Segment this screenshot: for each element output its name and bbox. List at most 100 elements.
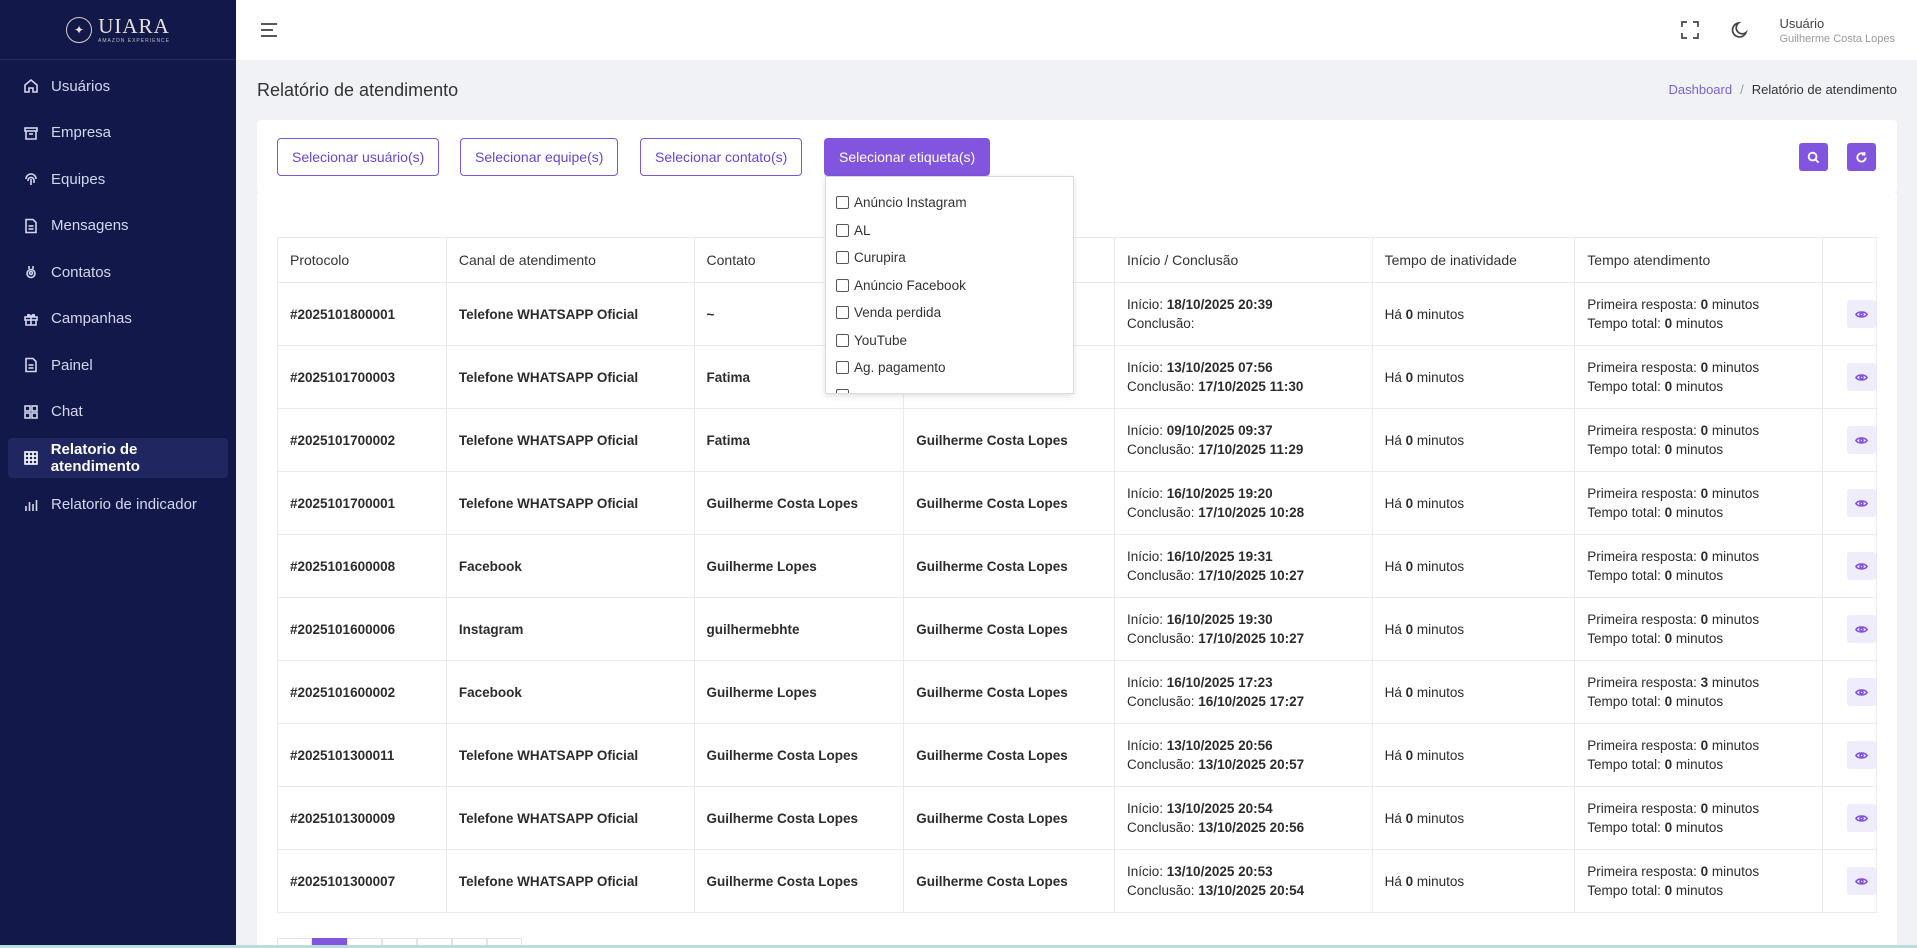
cell-inactivity: Há 0 minutos (1371, 534, 1576, 598)
table-row: #2025101700003 Telefone WHATSAPP Oficial F… (277, 345, 1878, 409)
eye-icon (1854, 562, 1868, 570)
refresh-button[interactable] (1847, 143, 1876, 171)
table-row: #2025101300011 Telefone WHATSAPP Oficial G… (277, 723, 1878, 787)
breadcrumb-dashboard-link[interactable]: Dashboard (1669, 82, 1733, 97)
search-button[interactable] (1799, 143, 1828, 171)
header-protocol[interactable]: Protocolo (277, 237, 447, 283)
view-details-button[interactable] (1846, 489, 1876, 517)
tag-checkbox[interactable] (836, 361, 849, 375)
tag-option[interactable]: AL (836, 217, 1073, 245)
user-role: Usuário (1779, 15, 1825, 31)
sidebar-item-contatos[interactable]: Contatos (8, 252, 228, 292)
first-response-value: 0 (1700, 612, 1709, 627)
first-response-label: Primeira resposta: (1587, 612, 1697, 627)
header-inactivity[interactable]: Tempo de inatividade (1371, 237, 1576, 283)
first-response-unit: minutos (1711, 549, 1760, 564)
tag-option[interactable]: Venda perdida (836, 299, 1073, 327)
search-icon (1807, 151, 1820, 163)
view-details-button[interactable] (1846, 804, 1876, 832)
home-icon (22, 77, 40, 95)
eye-icon (1854, 625, 1868, 633)
select-users-button[interactable]: Selecionar usuário(s) (277, 138, 440, 176)
fingerprint-icon (22, 170, 40, 188)
view-details-button[interactable] (1846, 552, 1876, 580)
cell-protocol: #2025101600002 (277, 660, 447, 724)
tag-checkbox[interactable] (836, 251, 849, 265)
menu-toggle-icon[interactable] (258, 19, 280, 41)
inactive-unit: minutos (1416, 558, 1465, 574)
total-time-label: Tempo total: (1587, 379, 1661, 394)
cell-actions (1821, 597, 1878, 661)
tag-checkbox[interactable] (836, 278, 849, 292)
brand[interactable]: ✦ UIARA AMAZON EXPERIENCE (0, 0, 236, 60)
cell-inactivity: Há 0 minutos (1371, 660, 1576, 724)
start-value: 16/10/2025 19:30 (1166, 612, 1273, 627)
select-contacts-button[interactable]: Selecionar contato(s) (640, 138, 803, 176)
total-time-value: 0 (1664, 820, 1673, 835)
header-actions (1821, 237, 1878, 283)
end-value: 16/10/2025 17:27 (1198, 694, 1305, 709)
cell-service-time: Primeira resposta: 0 minutos Tempo total:… (1574, 597, 1823, 661)
select-teams-button[interactable]: Selecionar equipe(s) (460, 138, 619, 176)
sidebar-item-usuarios[interactable]: Usuários (8, 66, 228, 106)
tag-checkbox[interactable] (836, 196, 849, 210)
first-response-label: Primeira resposta: (1587, 297, 1697, 312)
start-value: 16/10/2025 19:20 (1166, 486, 1273, 501)
total-time-value: 0 (1664, 568, 1673, 583)
tag-option[interactable]: YouTube (836, 327, 1073, 355)
tag-option[interactable]: Curupira (836, 244, 1073, 272)
cell-start-end: Início: 13/10/2025 07:56 Conclusão: 17/10… (1113, 345, 1373, 409)
header-service-time[interactable]: Tempo atendimento (1574, 237, 1823, 283)
tag-option-partial[interactable] (836, 382, 1073, 393)
tag-checkbox[interactable] (836, 223, 849, 237)
first-response-value: 0 (1700, 549, 1709, 564)
fullscreen-icon[interactable] (1679, 19, 1701, 41)
end-label: Conclusão: (1126, 694, 1195, 709)
sidebar-item-equipes[interactable]: Equipes (8, 159, 228, 199)
user-menu[interactable]: Usuário Guilherme Costa Lopes (1779, 16, 1895, 45)
tag-checkbox[interactable] (836, 388, 849, 393)
view-details-button[interactable] (1846, 615, 1876, 643)
cell-actions (1821, 282, 1878, 346)
view-details-button[interactable] (1846, 867, 1876, 895)
end-label: Conclusão: (1126, 505, 1195, 520)
sidebar-item-mensagens[interactable]: Mensagens (8, 206, 228, 246)
header-channel[interactable]: Canal de atendimento (445, 237, 695, 283)
cell-protocol: #2025101300007 (277, 849, 447, 913)
first-response-value: 0 (1700, 360, 1709, 375)
first-response-unit: minutos (1711, 738, 1760, 753)
view-details-button[interactable] (1846, 678, 1876, 706)
sidebar-item-relatorio-de-indicador[interactable]: Relatorio de indicador (8, 485, 228, 525)
inactive-prefix: Há (1384, 306, 1402, 322)
eye-icon (1854, 688, 1868, 696)
view-details-button[interactable] (1846, 741, 1876, 769)
first-response-label: Primeira resposta: (1587, 423, 1697, 438)
cell-agent: Guilherme Costa Lopes (903, 723, 1115, 787)
inactive-value: 0 (1405, 873, 1414, 889)
sidebar-item-chat[interactable]: Chat (8, 392, 228, 432)
tag-option[interactable]: Anúncio Facebook (836, 272, 1073, 300)
sidebar-item-empresa[interactable]: Empresa (8, 113, 228, 153)
dark-mode-moon-icon[interactable] (1729, 19, 1751, 41)
eye-icon (1854, 877, 1868, 885)
sidebar-item-painel[interactable]: Painel (8, 345, 228, 385)
view-details-button[interactable] (1846, 426, 1876, 454)
view-details-button[interactable] (1846, 363, 1876, 391)
sidebar-item-relatorio-de-atendimento[interactable]: Relatorio de atendimento (8, 438, 228, 478)
tags-dropdown[interactable]: Anúncio Instagram AL Curupira Anúncio Faceb… (825, 176, 1074, 394)
total-time-label: Tempo total: (1587, 505, 1661, 520)
first-response-value: 0 (1700, 801, 1709, 816)
select-tags-button[interactable]: Selecionar etiqueta(s) (824, 138, 991, 176)
start-label: Início: (1126, 675, 1164, 690)
tag-option[interactable]: Ag. pagamento (836, 354, 1073, 382)
tag-checkbox[interactable] (836, 333, 849, 347)
view-details-button[interactable] (1846, 300, 1876, 328)
header-start-end[interactable]: Início / Conclusão (1113, 237, 1373, 283)
first-response-unit: minutos (1711, 297, 1760, 312)
tag-option[interactable]: Anúncio Instagram (836, 189, 1073, 217)
tag-checkbox[interactable] (836, 306, 849, 320)
report-table-card: Protocolo Canal de atendimento Contato I… (257, 193, 1897, 948)
cell-contact: Guilherme Costa Lopes (693, 849, 905, 913)
sidebar-item-campanhas[interactable]: Campanhas (8, 299, 228, 339)
start-value: 13/10/2025 20:53 (1166, 864, 1273, 879)
